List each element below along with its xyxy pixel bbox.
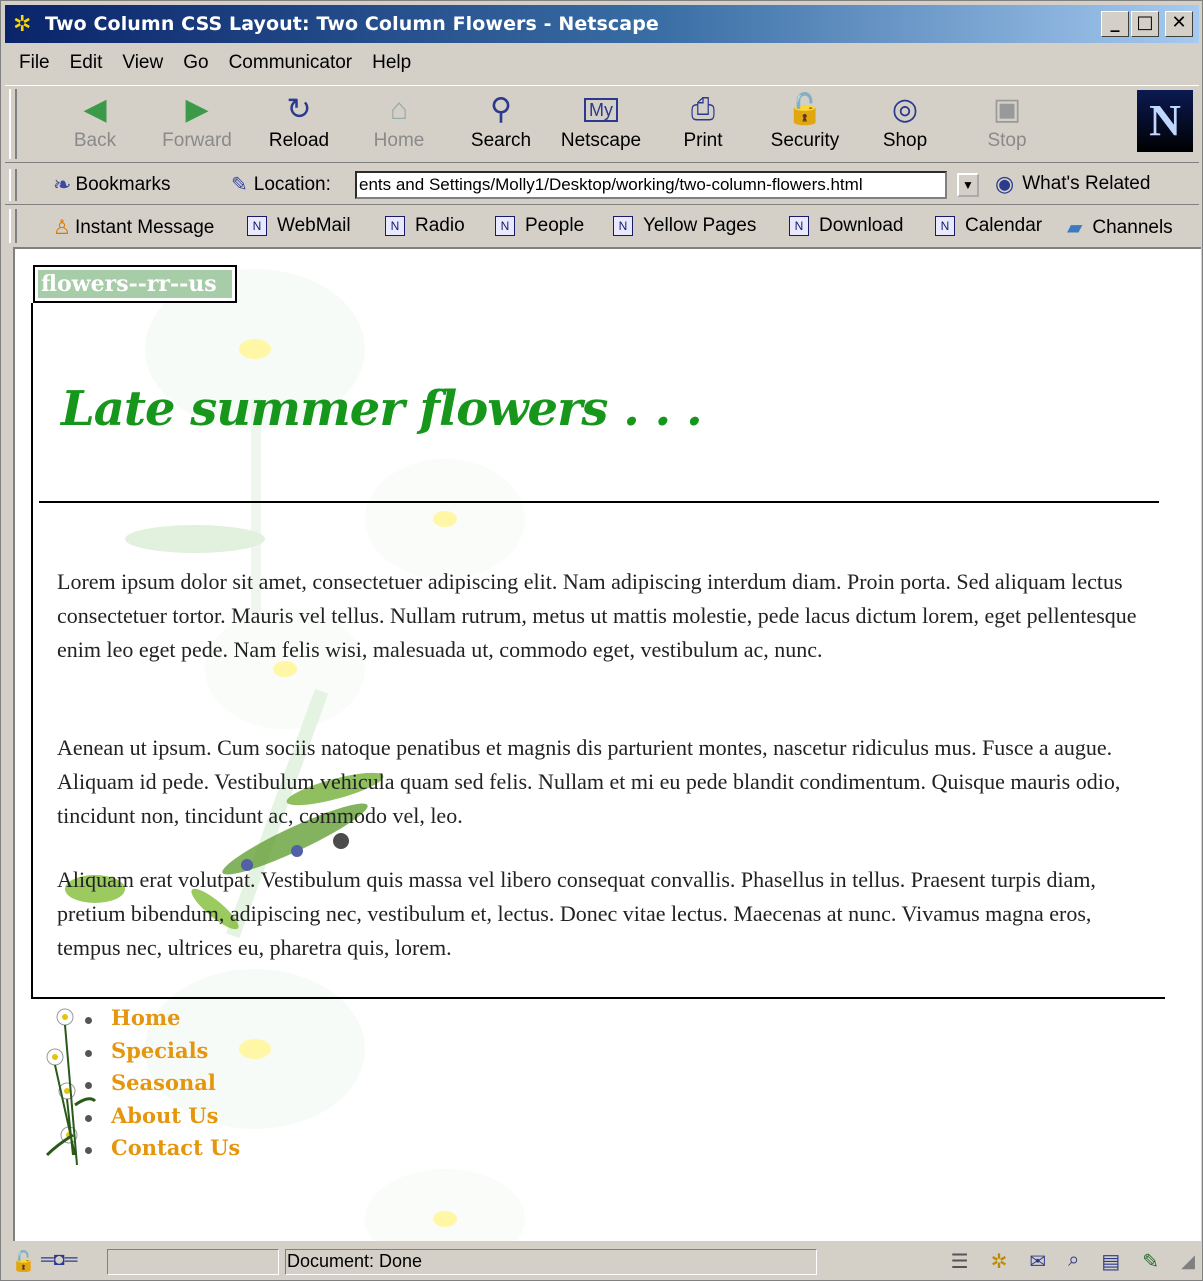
print-button[interactable]: ⎙ Print [655,90,751,158]
bookmarks-icon: ❧ [53,172,72,197]
back-button[interactable]: ◀ Back [47,90,143,158]
instant-message-icon: ♙ [53,217,71,239]
menu-view[interactable]: View [122,52,163,74]
bullet-icon [85,1082,92,1089]
bookmarks-label: Bookmarks [75,174,171,195]
bookmark-page-icon: N [935,216,955,236]
progress-bar [107,1249,279,1275]
home-button[interactable]: ⌂ Home [351,90,447,158]
reload-icon: ↻ [286,93,312,126]
channels-icon: ▰ [1067,217,1083,239]
discussion-icon[interactable]: ⌕ [1068,1249,1079,1274]
menu-file[interactable]: File [19,52,50,74]
site-logo: flowers--rr--us [33,265,237,303]
navigator-component-icon[interactable]: ✲ [991,1249,1008,1274]
stop-button[interactable]: ▣ Stop [959,90,1055,158]
search-button[interactable]: ⚲ Search [453,90,549,158]
back-arrow-icon: ◀ [83,93,107,126]
bookmark-page-icon: N [613,216,633,236]
menu-edit[interactable]: Edit [70,52,103,74]
menu-help[interactable]: Help [372,52,411,74]
paragraph: Aliquam erat volutpat. Vestibulum quis m… [57,867,1096,960]
site-nav: Home Specials Seasonal About Us Contact … [37,1005,277,1168]
personal-toolbar: ♙ Instant Message N WebMail N Radio N Pe… [5,207,1199,245]
bullet-icon [85,1049,92,1057]
my-netscape-icon: My [553,90,649,130]
browser-window: ✲ Two Column CSS Layout: Two Column Flow… [0,0,1203,1281]
page-heading: Late summer flowers . . . [61,381,703,437]
netscape-button[interactable]: My Netscape [553,90,649,158]
bullet-icon [85,1147,92,1154]
paragraph: Lorem ipsum dolor sit amet, consectetuer… [57,569,1137,662]
url-dropdown-button[interactable]: ▼ [957,173,979,197]
search-icon: ⚲ [490,93,512,126]
bookmark-page-icon: N [495,216,515,236]
nav-item-seasonal[interactable]: Seasonal [37,1070,277,1103]
nav-item-contact-us[interactable]: Contact Us [37,1135,277,1168]
security-status-icon[interactable]: 🔓 [11,1249,36,1274]
print-icon: ⎙ [691,93,715,126]
stop-icon: ▣ [992,93,1022,126]
whats-related-button[interactable]: ◉ What's Related [995,171,1150,197]
instant-message-link[interactable]: ♙ Instant Message [53,215,214,240]
connection-status-icon: ═◘═ [41,1249,78,1269]
calendar-link[interactable]: N Calendar [935,215,1042,237]
navigation-toolbar: ◀ Back ▶ Forward ↻ Reload ⌂ Home ⚲ Searc… [5,85,1199,163]
paragraph: Aenean ut ipsum. Cum sociis natoque pena… [57,735,1121,828]
bookmark-page-icon: N [247,216,267,236]
navigator-icon[interactable]: ☰ [951,1249,969,1274]
webmail-link[interactable]: N WebMail [247,215,351,237]
page-proxy-icon[interactable]: ✎ [231,172,248,197]
menu-bar: File Edit View Go Communicator Help [5,45,1199,81]
netscape-logo[interactable]: N [1137,90,1193,152]
bookmark-page-icon: N [789,216,809,236]
reload-button[interactable]: ↻ Reload [251,90,347,158]
composer-icon[interactable]: ✎ [1142,1249,1159,1274]
title-bar: ✲ Two Column CSS Layout: Two Column Flow… [5,5,1199,43]
nav-item-home[interactable]: Home [37,1005,277,1038]
minimize-button[interactable]: _ [1101,11,1129,37]
home-icon: ⌂ [389,93,409,126]
security-lock-icon: 🔓 [786,93,824,126]
bookmark-page-icon: N [385,216,405,236]
maximize-button[interactable]: □ [1131,11,1159,37]
horizontal-rule [39,501,1159,503]
address-book-icon[interactable]: ▤ [1101,1249,1120,1274]
people-link[interactable]: N People [495,215,584,237]
mail-icon[interactable]: ✉ [1029,1249,1046,1274]
shop-icon: ◎ [891,93,919,126]
menu-go[interactable]: Go [183,52,208,74]
channels-link[interactable]: ▰ Channels [1067,215,1173,240]
shop-button[interactable]: ◎ Shop [857,90,953,158]
nav-item-about-us[interactable]: About Us [37,1103,277,1136]
url-field[interactable]: ents and Settings/Molly1/Desktop/working… [355,171,947,199]
status-text: Document: Done [287,1251,423,1271]
location-toolbar: ❧ Bookmarks ✎ Location: ents and Setting… [5,165,1199,205]
bullet-icon [85,1017,92,1024]
download-link[interactable]: N Download [789,215,904,237]
forward-button[interactable]: ▶ Forward [149,90,245,158]
nav-item-specials[interactable]: Specials [37,1038,277,1071]
radio-link[interactable]: N Radio [385,215,465,237]
content-viewport[interactable]: flowers--rr--us Late summer flowers . . … [13,247,1201,1241]
yellow-pages-link[interactable]: N Yellow Pages [613,215,756,237]
forward-arrow-icon: ▶ [185,93,209,126]
close-button[interactable]: ✕ [1165,11,1193,37]
bookmarks-button[interactable]: ❧ Bookmarks [53,172,170,198]
security-button[interactable]: 🔓 Security [757,90,853,158]
menu-communicator[interactable]: Communicator [229,52,353,74]
bullet-icon [85,1114,92,1122]
location-label: ✎ Location: [231,172,331,197]
status-bar: 🔓 ═◘═ Document: Done ☰ ✲ ✉ ⌕ ▤ ✎ ◢ [5,1245,1199,1279]
resize-grip-icon[interactable]: ◢ [1181,1251,1195,1272]
window-title: Two Column CSS Layout: Two Column Flower… [45,13,659,35]
whats-related-icon: ◉ [995,171,1015,196]
netscape-app-icon: ✲ [13,11,32,36]
